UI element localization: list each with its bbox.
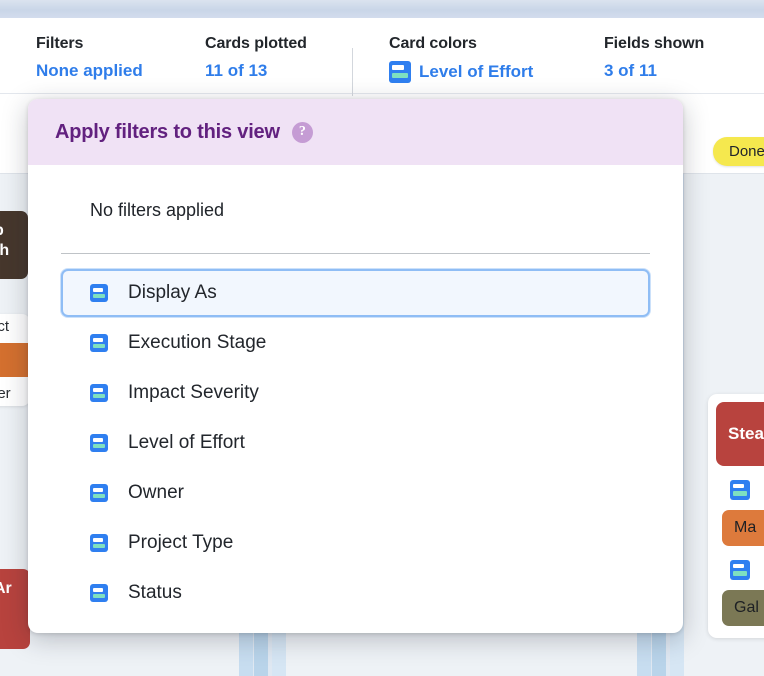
- modal-title: Apply filters to this view: [55, 120, 280, 143]
- background-card-left-2[interactable]: act ner: [0, 314, 30, 406]
- card-field-value: ner: [0, 385, 11, 402]
- view-toolbar: Filters None applied Cards plotted 11 of…: [0, 18, 764, 96]
- field-list-item-label: Project Type: [128, 532, 234, 553]
- toolbar-divider: [352, 48, 353, 96]
- modal-body: No filters applied Display As Execution …: [28, 165, 683, 617]
- field-list-item-execution-stage[interactable]: Execution Stage: [61, 319, 650, 367]
- toolbar-value-wrap[interactable]: Level of Effort: [389, 61, 533, 83]
- card-title: Stea: [716, 402, 764, 466]
- field-icon: [90, 284, 108, 302]
- field-list-item-level-of-effort[interactable]: Level of Effort: [61, 419, 650, 467]
- field-list-item-label: Owner: [128, 482, 184, 503]
- field-icon: [90, 384, 108, 402]
- toolbar-group-cards-plotted[interactable]: Cards plotted 11 of 13: [205, 34, 307, 81]
- toolbar-value[interactable]: 3 of 11: [604, 61, 704, 81]
- window-top-strip: [0, 0, 764, 18]
- toolbar-value: Level of Effort: [419, 62, 534, 81]
- card-field-icon-row: [730, 480, 764, 505]
- toolbar-value[interactable]: 11 of 13: [205, 61, 307, 81]
- card-field-value: act: [0, 318, 10, 335]
- background-card-left-3[interactable]: Ar: [0, 569, 30, 649]
- card-pill: [0, 343, 30, 377]
- field-list-item-impact-severity[interactable]: Impact Severity: [61, 369, 650, 417]
- toolbar-label: Filters: [36, 35, 84, 52]
- field-icon: [90, 484, 108, 502]
- card-field-icon-row: [730, 560, 764, 585]
- field-icon: [730, 480, 750, 500]
- field-list-item-label: Display As: [128, 282, 217, 303]
- apply-filters-modal: Apply filters to this view ? No filters …: [28, 99, 683, 633]
- field-list-item-label: Execution Stage: [128, 332, 267, 353]
- background-card-right-1[interactable]: Stea Ma Gal: [708, 394, 764, 638]
- field-list-item-display-as[interactable]: Display As: [61, 269, 650, 317]
- field-icon: [389, 61, 411, 83]
- help-question-icon[interactable]: ?: [291, 121, 313, 143]
- done-button[interactable]: Done: [713, 137, 764, 166]
- field-list-item-label: Level of Effort: [128, 432, 245, 453]
- field-list-item-label: Status: [128, 582, 182, 603]
- field-list-item-label: Impact Severity: [128, 382, 259, 403]
- toolbar-label: Cards plotted: [205, 35, 307, 52]
- toolbar-value[interactable]: None applied: [36, 61, 143, 81]
- card-title: p th: [0, 211, 28, 279]
- field-icon: [90, 534, 108, 552]
- field-icon: [90, 434, 108, 452]
- toolbar-label: Fields shown: [604, 35, 705, 52]
- toolbar-group-card-colors[interactable]: Card colors Level of Effort: [389, 34, 533, 83]
- field-icon: [90, 334, 108, 352]
- toolbar-group-filters[interactable]: Filters None applied: [36, 34, 143, 81]
- field-list-item-project-type[interactable]: Project Type: [61, 519, 650, 567]
- card-title: Ar: [0, 569, 30, 649]
- background-card-left-1[interactable]: p th: [0, 211, 28, 279]
- empty-state-text: No filters applied: [90, 200, 225, 220]
- app-root: p th act ner Ar Stea Ma Gal Deli Leia: [0, 0, 764, 676]
- field-icon: [730, 560, 750, 580]
- card-field-pill: Gal: [722, 590, 764, 626]
- modal-header: Apply filters to this view ?: [28, 99, 683, 165]
- field-list-item-owner[interactable]: Owner: [61, 469, 650, 517]
- field-list-item-status[interactable]: Status: [61, 569, 650, 617]
- card-field-pill: Ma: [722, 510, 764, 546]
- toolbar-label: Card colors: [389, 35, 477, 52]
- toolbar-group-fields-shown[interactable]: Fields shown 3 of 11: [604, 34, 704, 81]
- field-icon: [90, 584, 108, 602]
- field-list: Display As Execution Stage Impact Severi…: [61, 254, 650, 617]
